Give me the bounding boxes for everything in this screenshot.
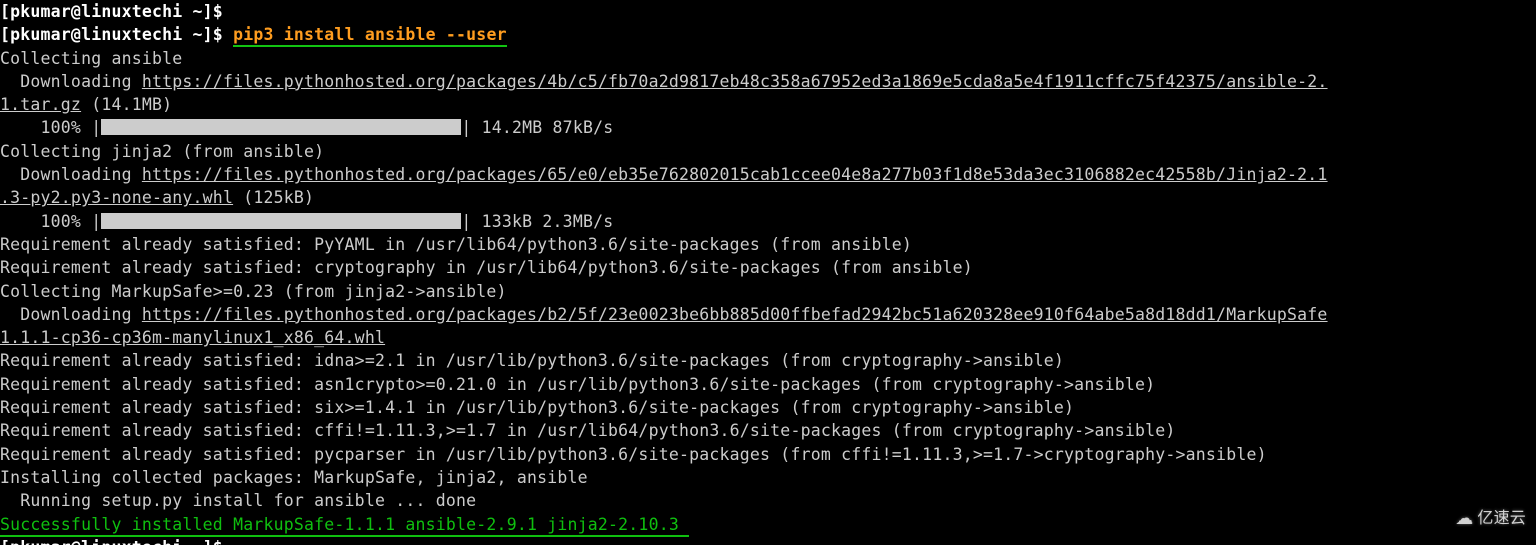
running-setup-line: Running setup.py install for ansible ...…	[0, 489, 1536, 512]
req-crypto: Requirement already satisfied: cryptogra…	[0, 256, 1536, 279]
req-cffi: Requirement already satisfied: cffi!=1.1…	[0, 419, 1536, 442]
download-url-1b: 1.tar.gz	[0, 95, 81, 114]
output-collecting-ansible: Collecting ansible	[0, 47, 1536, 70]
output-download-2: Downloading https://files.pythonhosted.o…	[0, 163, 1536, 186]
req-pycparser: Requirement already satisfied: pycparser…	[0, 443, 1536, 466]
progress-line-2: 100% | | 133kB 2.3MB/s	[0, 210, 1536, 233]
output-download-1: Downloading https://files.pythonhosted.o…	[0, 70, 1536, 93]
download-url-3a: https://files.pythonhosted.org/packages/…	[142, 305, 1328, 324]
final-prompt-line[interactable]: [pkumar@linuxtechi ~]$	[0, 536, 1536, 545]
cloud-icon: ☁	[1455, 507, 1473, 530]
progress-line-1: 100% | | 14.2MB 87kB/s	[0, 116, 1536, 139]
output-download-2b: .3-py2.py3-none-any.whl (125kB)	[0, 186, 1536, 209]
installing-line: Installing collected packages: MarkupSaf…	[0, 466, 1536, 489]
req-asn1: Requirement already satisfied: asn1crypt…	[0, 373, 1536, 396]
download-size-2: (125kB)	[233, 188, 314, 207]
req-six: Requirement already satisfied: six>=1.4.…	[0, 396, 1536, 419]
success-message: Successfully installed MarkupSafe-1.1.1 …	[0, 515, 689, 537]
command-line: [pkumar@linuxtechi ~]$ pip3 install ansi…	[0, 23, 1536, 46]
download-url-2a: https://files.pythonhosted.org/packages/…	[142, 165, 1328, 184]
progress-bar-1	[101, 119, 461, 135]
watermark-logo: ☁ 亿速云	[1455, 507, 1526, 530]
download-url-3b: 1.1.1-cp36-cp36m-manylinux1_x86_64.whl	[0, 328, 385, 347]
output-collecting-markupsafe: Collecting MarkupSafe>=0.23 (from jinja2…	[0, 280, 1536, 303]
progress-pct-1: 100% |	[0, 118, 101, 137]
final-prompt: [pkumar@linuxtechi ~]$	[0, 538, 223, 545]
progress-bar-2	[101, 213, 461, 229]
output-download-3: Downloading https://files.pythonhosted.o…	[0, 303, 1536, 326]
previous-prompt: [pkumar@linuxtechi ~]$	[0, 2, 223, 21]
prompt: [pkumar@linuxtechi ~]$	[0, 25, 233, 44]
prev-prompt-faded: [pkumar@linuxtechi ~]$	[0, 0, 1536, 23]
output-collecting-jinja: Collecting jinja2 (from ansible)	[0, 140, 1536, 163]
success-line: Successfully installed MarkupSafe-1.1.1 …	[0, 513, 1536, 536]
download-url-2b: .3-py2.py3-none-any.whl	[0, 188, 233, 207]
typed-command: pip3 install ansible --user	[233, 25, 507, 47]
download-size-1: (14.1MB)	[81, 95, 172, 114]
req-idna: Requirement already satisfied: idna>=2.1…	[0, 349, 1536, 372]
download-label: Downloading	[0, 305, 142, 324]
download-label: Downloading	[0, 72, 142, 91]
progress-stats-1: | 14.2MB 87kB/s	[461, 118, 613, 137]
download-label: Downloading	[0, 165, 142, 184]
progress-stats-2: | 133kB 2.3MB/s	[461, 212, 613, 231]
output-download-1b: 1.tar.gz (14.1MB)	[0, 93, 1536, 116]
download-url-1a: https://files.pythonhosted.org/packages/…	[142, 72, 1328, 91]
progress-pct-2: 100% |	[0, 212, 101, 231]
output-download-3b: 1.1.1-cp36-cp36m-manylinux1_x86_64.whl	[0, 326, 1536, 349]
terminal-window[interactable]: [pkumar@linuxtechi ~]$ [pkumar@linuxtech…	[0, 0, 1536, 545]
watermark-text: 亿速云	[1477, 507, 1526, 530]
req-pyyaml: Requirement already satisfied: PyYAML in…	[0, 233, 1536, 256]
